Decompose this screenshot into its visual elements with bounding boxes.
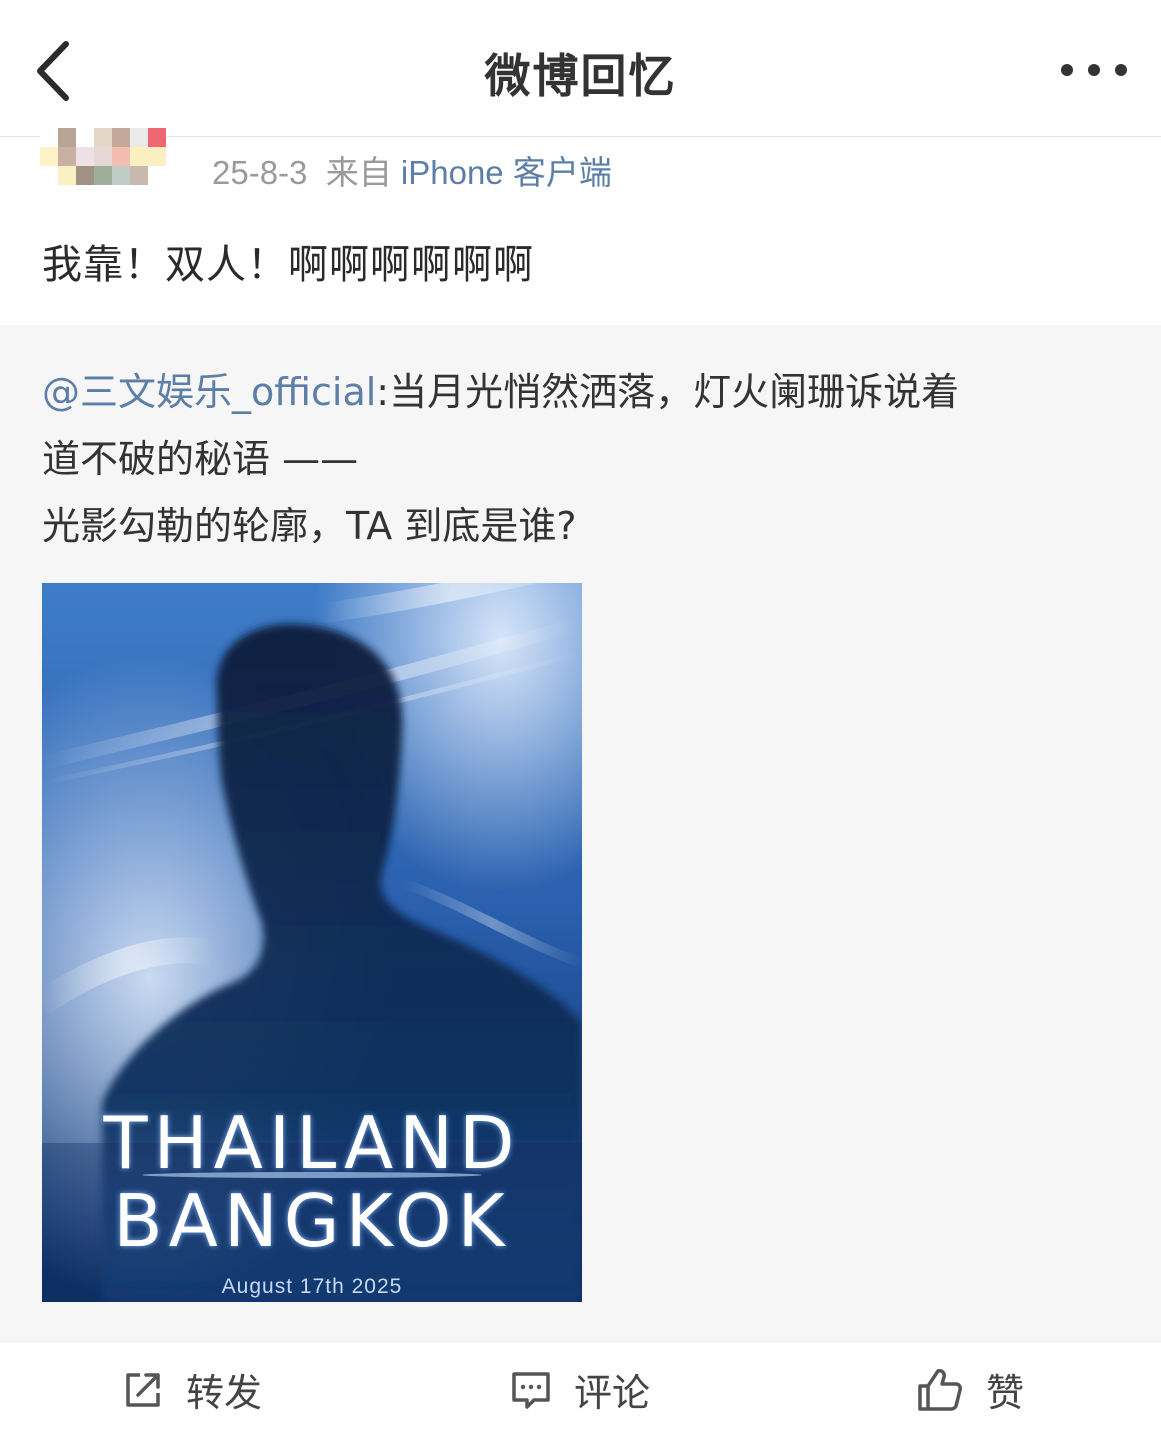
poster-image[interactable]: THAILAND BANGKOK August 17th 2025: [42, 583, 582, 1302]
share-icon: [126, 1372, 160, 1407]
poster-title-line-2: BANGKOK: [113, 1179, 511, 1263]
post-meta: 25-8-3 来自 iPhone 客户端: [212, 146, 612, 194]
poster-title-line-1: THAILAND: [103, 1101, 521, 1185]
more-button[interactable]: [1055, 55, 1135, 85]
repost-label: 转发: [186, 1371, 263, 1415]
repost-line-3: 光影勾勒的轮廓，TA 到底是谁?: [42, 504, 577, 548]
post-source[interactable]: iPhone 客户端: [401, 154, 612, 191]
weibo-memory-page: 微博回忆 25-8-3 来自 iPhone 客户端 我靠！双人！啊啊啊啊啊啊 @…: [0, 0, 1161, 1436]
like-label: 赞: [986, 1371, 1025, 1415]
repost-line-1-text: :当月光悄然洒落，灯火阑珊诉说着: [376, 370, 960, 414]
repost-line-2: 道不破的秘语 ——: [42, 437, 359, 481]
pixelated-avatar: [40, 128, 168, 185]
page-title: 微博回忆: [484, 49, 677, 103]
like-button[interactable]: 赞: [916, 1342, 1024, 1436]
comment-label: 评论: [574, 1371, 651, 1415]
reposted-content[interactable]: @三文娱乐_official:当月光悄然洒落，灯火阑珊诉说着 道不破的秘语 ——…: [0, 325, 1161, 1341]
repost-text: @三文娱乐_official:当月光悄然洒落，灯火阑珊诉说着 道不破的秘语 ——…: [42, 359, 1122, 560]
comment-button[interactable]: 评论: [510, 1342, 650, 1436]
mention-link[interactable]: @三文娱乐_official: [42, 370, 376, 414]
avatar[interactable]: [40, 128, 168, 188]
post-text: 我靠！双人！啊啊啊啊啊啊: [42, 242, 534, 288]
repost-button[interactable]: 转发: [122, 1342, 262, 1436]
action-bar: 转发 评论 赞: [0, 1341, 1161, 1436]
source-prefix: 来自: [325, 154, 392, 191]
repost-line-1: @三文娱乐_official:当月光悄然洒落，灯火阑珊诉说着: [42, 359, 1122, 426]
post-date: 25-8-3: [212, 154, 308, 191]
ellipsis-icon: [1061, 64, 1127, 76]
thumbs-up-icon: [918, 1368, 962, 1411]
poster-date: August 17th 2025: [221, 1275, 403, 1298]
nav-bar: 微博回忆: [0, 0, 1161, 137]
comment-icon: [512, 1371, 550, 1409]
